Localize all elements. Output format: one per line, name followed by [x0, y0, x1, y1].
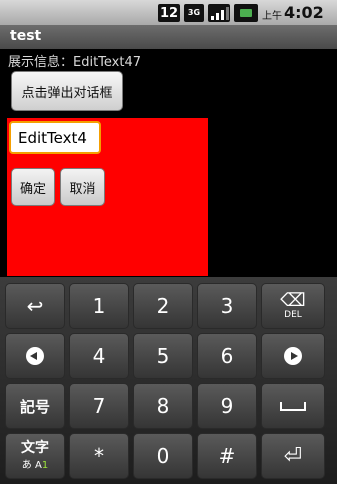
clock-time: 4:02 — [284, 3, 324, 22]
key-6[interactable]: 6 — [197, 333, 257, 379]
status-bar: 12 3G 上午 4:02 — [0, 0, 337, 25]
signal-strength-icon — [208, 4, 230, 22]
key-cursor-left[interactable] — [5, 333, 65, 379]
input-mode-label: 文字 — [21, 440, 49, 456]
key-3[interactable]: 3 — [197, 283, 257, 329]
soft-keyboard: ↩ 1 2 3 ⌫ DEL 4 5 6 記号 7 8 9 文字 あ A1 * 0… — [0, 277, 337, 484]
show-dialog-button[interactable]: 点击弹出对话框 — [11, 71, 123, 111]
key-0[interactable]: 0 — [133, 433, 193, 479]
undo-icon: ↩ — [26, 294, 44, 318]
key-5[interactable]: 5 — [133, 333, 193, 379]
backspace-icon: ⌫ — [280, 290, 306, 311]
network-3g-icon: 3G — [184, 4, 204, 22]
key-7[interactable]: 7 — [69, 383, 129, 429]
cancel-button[interactable]: 取消 — [60, 168, 105, 206]
info-display-text: 展示信息：EditText47 — [8, 55, 142, 70]
key-9[interactable]: 9 — [197, 383, 257, 429]
key-space[interactable] — [261, 383, 325, 429]
key-4[interactable]: 4 — [69, 333, 129, 379]
delete-label: DEL — [284, 310, 302, 320]
key-hash[interactable]: # — [197, 433, 257, 479]
confirm-button[interactable]: 确定 — [11, 168, 55, 206]
key-input-mode[interactable]: 文字 あ A1 — [5, 433, 65, 479]
symbols-label: 記号 — [19, 397, 50, 416]
app-title: test — [10, 28, 42, 44]
key-2[interactable]: 2 — [133, 283, 193, 329]
clock-ampm: 上午 — [262, 11, 282, 22]
key-8[interactable]: 8 — [133, 383, 193, 429]
custom-dialog: 确定 取消 — [7, 118, 208, 276]
key-star[interactable]: * — [69, 433, 129, 479]
network-type-label: 3G — [187, 8, 201, 17]
battery-icon — [234, 4, 258, 22]
key-enter[interactable]: ⏎ — [261, 433, 325, 479]
space-icon — [280, 401, 306, 411]
app-title-bar: test — [0, 25, 337, 49]
enter-icon: ⏎ — [283, 443, 303, 469]
dialog-edit-text[interactable] — [9, 121, 101, 154]
input-mode-indicator: あ A1 — [21, 460, 49, 471]
key-delete[interactable]: ⌫ DEL — [261, 283, 325, 329]
key-symbols[interactable]: 記号 — [5, 383, 65, 429]
arrow-left-icon — [26, 347, 44, 365]
notification-count-badge: 12 — [158, 4, 180, 22]
key-undo[interactable]: ↩ — [5, 283, 65, 329]
key-cursor-right[interactable] — [261, 333, 325, 379]
key-1[interactable]: 1 — [69, 283, 129, 329]
arrow-right-icon — [284, 347, 302, 365]
